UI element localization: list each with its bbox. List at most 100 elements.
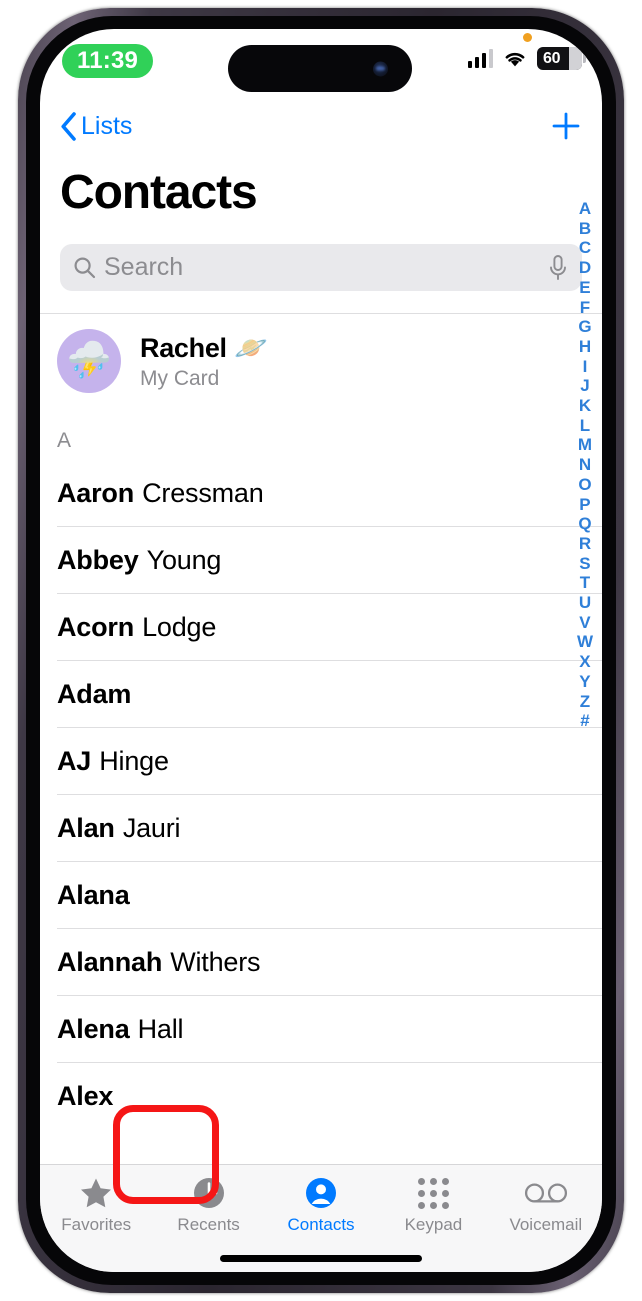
contact-row[interactable]: Alannah Withers <box>40 929 602 995</box>
page-title: Contacts <box>60 166 258 219</box>
alpha-index-letter[interactable]: Q <box>578 514 591 533</box>
my-card-text: Rachel 🪐 My Card <box>140 332 268 391</box>
back-button-lists[interactable]: Lists <box>60 112 132 141</box>
dynamic-island[interactable] <box>228 45 412 92</box>
tab-keypad[interactable]: Keypad <box>377 1177 489 1235</box>
battery-icon: 60 <box>537 47 586 70</box>
contact-last-name: Lodge <box>142 611 217 642</box>
tab-label-favorites: Favorites <box>61 1215 132 1234</box>
my-card-label: My Card <box>140 366 220 390</box>
contact-row[interactable]: Alex <box>40 1063 602 1129</box>
tab-label-voicemail: Voicemail <box>509 1215 583 1234</box>
alpha-index-letter[interactable]: N <box>579 455 591 474</box>
voicemail-icon <box>524 1177 568 1209</box>
alpha-index-letter[interactable]: M <box>578 435 592 454</box>
clock-icon <box>193 1177 225 1209</box>
contact-first-name: Alan <box>57 812 115 843</box>
contact-row[interactable]: Aaron Cressman <box>40 460 602 526</box>
contact-first-name: Alannah <box>57 946 163 977</box>
front-camera-icon <box>373 61 388 76</box>
my-card-row[interactable]: ⛈️ Rachel 🪐 My Card <box>40 314 602 408</box>
alpha-index-letter[interactable]: L <box>580 416 590 435</box>
contact-row[interactable]: Alana <box>40 862 602 928</box>
alpha-index-letter[interactable]: C <box>579 238 591 257</box>
alpha-index-letter[interactable]: A <box>579 199 591 218</box>
search-input[interactable]: Search <box>60 244 582 291</box>
alpha-index-letter[interactable]: V <box>579 613 590 632</box>
tab-favorites[interactable]: Favorites <box>40 1177 152 1235</box>
alpha-index-letter[interactable]: I <box>583 357 588 376</box>
alpha-index-letter[interactable]: W <box>577 632 593 651</box>
alpha-index-letter[interactable]: K <box>579 396 591 415</box>
contact-row[interactable]: Adam <box>40 661 602 727</box>
alpha-index-letter[interactable]: # <box>580 711 589 730</box>
contact-first-name: Alex <box>57 1080 114 1111</box>
navigation-bar: Lists <box>40 103 602 149</box>
battery-level: 60 <box>543 49 561 67</box>
status-time: 11:39 <box>77 47 139 74</box>
tab-label-recents: Recents <box>177 1215 240 1234</box>
contact-row[interactable]: Acorn Lodge <box>40 594 602 660</box>
contact-last-name: Jauri <box>122 812 181 843</box>
contact-row[interactable]: Alan Jauri <box>40 795 602 861</box>
contact-first-name: Alana <box>57 879 130 910</box>
contact-last-name: Hall <box>137 1013 184 1044</box>
tab-label-contacts: Contacts <box>287 1215 355 1234</box>
tab-label-keypad: Keypad <box>404 1215 463 1234</box>
contact-row[interactable]: Abbey Young <box>40 527 602 593</box>
contact-first-name: Acorn <box>57 611 135 642</box>
cellular-bars-icon <box>467 49 493 68</box>
alpha-index-letter[interactable]: U <box>579 593 591 612</box>
alpha-index-letter[interactable]: O <box>578 475 591 494</box>
contact-last-name: Cressman <box>142 477 264 508</box>
contact-row[interactable]: AJ Hinge <box>40 728 602 794</box>
contact-last-name: Withers <box>170 946 261 977</box>
tab-recents[interactable]: Recents <box>152 1177 264 1235</box>
contacts-list[interactable]: ⛈️ Rachel 🪐 My Card A Aaron Cressman Abbey… <box>40 313 602 1164</box>
contact-last-name: Hinge <box>99 745 169 776</box>
alpha-index-letter[interactable]: G <box>578 317 591 336</box>
tab-voicemail[interactable]: Voicemail <box>490 1177 602 1235</box>
wifi-icon <box>505 52 525 67</box>
back-button-label: Lists <box>81 111 133 140</box>
contact-first-name: Alena <box>57 1013 130 1044</box>
alpha-index-letter[interactable]: X <box>579 652 590 671</box>
status-indicators: 60 <box>467 47 586 70</box>
alpha-index-letter[interactable]: Y <box>579 672 590 691</box>
alphabet-index[interactable]: A B C D E F G H I J K L M N O P Q R S T U V W X Y Z # <box>577 199 593 730</box>
alpha-index-letter[interactable]: J <box>580 376 589 395</box>
alpha-index-letter[interactable]: P <box>579 495 590 514</box>
section-header-a: A <box>40 408 602 460</box>
avatar: ⛈️ <box>57 329 121 393</box>
status-time-pill[interactable]: 11:39 <box>62 44 154 78</box>
keypad-dots-icon <box>417 1177 449 1209</box>
tab-contacts[interactable]: Contacts <box>265 1177 377 1235</box>
home-indicator[interactable] <box>220 1255 422 1262</box>
star-icon <box>79 1177 113 1209</box>
alpha-index-letter[interactable]: S <box>579 554 590 573</box>
magnifying-glass-icon <box>74 257 96 279</box>
alpha-index-letter[interactable]: H <box>579 337 591 356</box>
alpha-index-letter[interactable]: B <box>579 219 591 238</box>
chevron-left-icon <box>61 111 76 141</box>
my-card-name: Rachel 🪐 <box>140 332 268 363</box>
phone-screen: 11:39 60 Lists Contacts Search ⛈️ Rachel… <box>40 29 602 1272</box>
plus-icon[interactable] <box>550 110 582 142</box>
alpha-index-letter[interactable]: T <box>580 573 590 592</box>
alpha-index-letter[interactable]: R <box>579 534 591 553</box>
microphone-in-use-dot-icon <box>523 33 532 42</box>
contact-first-name: AJ <box>57 745 92 776</box>
battery-tip-icon <box>583 54 586 63</box>
search-placeholder: Search <box>104 253 184 281</box>
microphone-icon[interactable] <box>547 254 569 282</box>
contact-last-name: Young <box>146 544 222 575</box>
contact-first-name: Aaron <box>57 477 135 508</box>
contact-first-name: Abbey <box>57 544 139 575</box>
contact-row[interactable]: Alena Hall <box>40 996 602 1062</box>
alpha-index-letter[interactable]: D <box>579 258 591 277</box>
alpha-index-letter[interactable]: E <box>579 278 590 297</box>
contact-first-name: Adam <box>57 678 132 709</box>
person-circle-icon <box>305 1177 337 1209</box>
alpha-index-letter[interactable]: F <box>580 298 590 317</box>
alpha-index-letter[interactable]: Z <box>580 692 590 711</box>
